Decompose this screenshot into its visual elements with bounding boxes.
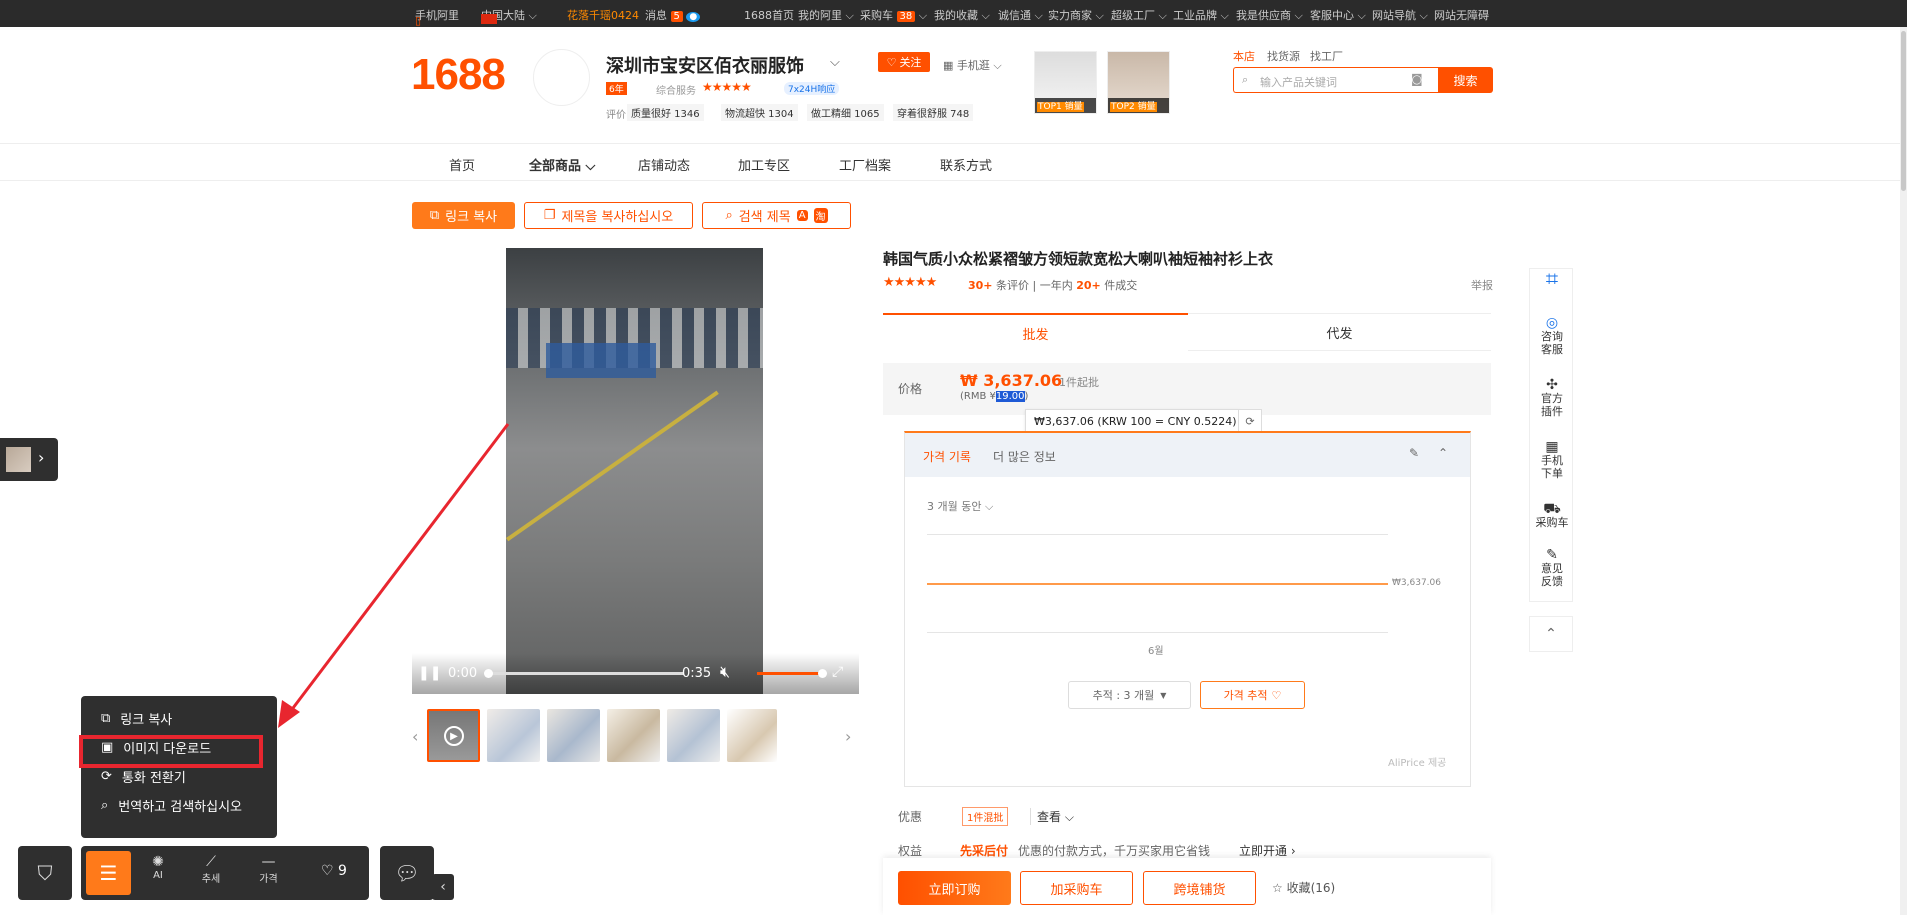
collapse-toolbar-button[interactable]: ‹ xyxy=(432,874,454,900)
shopping-bag-button[interactable]: ⛉ xyxy=(18,846,72,900)
price-line-icon: — xyxy=(261,854,276,870)
heart-icon: ♡ xyxy=(321,863,334,879)
favorites-count[interactable]: ♡ 9 xyxy=(321,863,347,879)
price-button[interactable]: — 가격 xyxy=(241,854,296,885)
annotation-arrow xyxy=(278,423,510,728)
menu-copy-link[interactable]: ⧉ 링크 복사 xyxy=(81,704,277,732)
menu-translate-search[interactable]: ⌕ 번역하고 검색하십시오 xyxy=(81,791,277,819)
ai-icon: ✺ xyxy=(152,854,164,870)
ai-button[interactable]: ✺ AI xyxy=(138,854,178,881)
trend-button[interactable]: ⟋ 추세 xyxy=(191,854,231,885)
currency-icon: ⟳ xyxy=(101,768,112,784)
chart-icon: ⟋ xyxy=(206,854,216,870)
link-icon: ⧉ xyxy=(101,710,111,726)
chevron-left-icon: ‹ xyxy=(440,879,446,895)
bag-icon: ⛉ xyxy=(37,861,53,885)
search-icon: ⌕ xyxy=(101,797,109,813)
chat-icon: 💬︎ xyxy=(394,861,420,885)
menu-button[interactable]: ☰ xyxy=(86,851,131,895)
menu-icon: ☰ xyxy=(99,861,118,885)
chat-button[interactable]: 💬︎ xyxy=(380,846,434,900)
bottom-toolbar: ☰ ✺ AI ⟋ 추세 — 가격 ♡ 9 xyxy=(81,846,369,900)
highlight-box xyxy=(79,735,263,768)
